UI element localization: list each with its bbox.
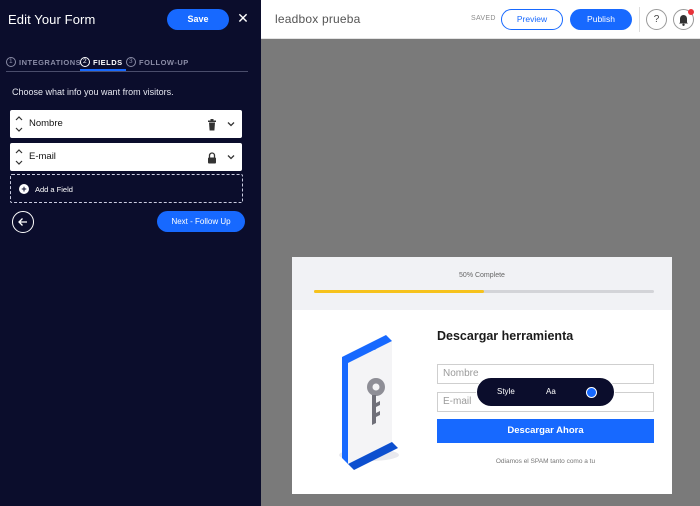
step-number: 3 [126,57,136,67]
download-submit-button[interactable]: Descargar Ahora [437,419,654,443]
progress-label: 50% Complete [459,272,505,279]
close-icon[interactable]: ✕ [236,11,250,25]
project-name[interactable]: leadbox prueba [275,12,361,26]
add-field-button[interactable]: + Add a Field [10,174,243,203]
reorder-arrows-icon[interactable] [15,147,23,167]
step-tabs: 1 INTEGRATIONS 2 FIELDS 3 FOLLOW-UP [6,54,248,72]
divider [639,7,640,32]
font-option[interactable]: Aa [546,387,556,396]
tab-follow-up[interactable]: 3 FOLLOW-UP [126,55,189,69]
tab-label: INTEGRATIONS [19,57,82,67]
style-toolbar: Style Aa [476,377,615,407]
tab-label: FIELDS [93,57,123,67]
leadbox-card[interactable]: 50% Complete Descargar herramienta Nombr… [292,257,672,494]
sidebar-title: Edit Your Form [8,12,96,27]
tab-integrations[interactable]: 1 INTEGRATIONS [6,55,81,69]
sidebar-header: Edit Your Form Save ✕ [0,0,261,40]
publish-button[interactable]: Publish [570,9,632,30]
back-button[interactable] [12,211,34,233]
form-title[interactable]: Descargar herramienta [437,329,573,343]
field-label: E-mail [29,151,56,162]
reorder-arrows-icon[interactable] [15,114,23,134]
tab-fields[interactable]: 2 FIELDS [80,55,123,69]
step-number: 1 [6,57,16,67]
spam-disclaimer[interactable]: Odiamos el SPAM tanto como a tu [437,458,654,465]
tab-label: FOLLOW-UP [139,57,189,67]
fields-instruction: Choose what info you want from visitors. [12,87,174,97]
progress-bar [314,290,654,293]
progress-section[interactable]: 50% Complete [292,257,672,310]
next-follow-up-button[interactable]: Next - Follow Up [157,211,245,232]
chevron-down-icon[interactable] [226,150,236,162]
lock-icon [207,151,217,164]
top-bar: leadbox prueba SAVED Preview Publish ? [261,0,700,39]
active-tab-indicator [80,69,126,71]
trash-icon[interactable] [207,118,217,131]
save-status: SAVED [471,15,496,22]
field-row-email[interactable]: E-mail [10,143,242,171]
field-label: Nombre [29,118,63,129]
preview-canvas: 50% Complete Descargar herramienta Nombr… [261,39,700,506]
progress-fill [314,290,484,293]
add-field-label: Add a Field [35,185,73,194]
color-swatch[interactable] [586,387,597,398]
save-button[interactable]: Save [167,9,229,30]
style-option[interactable]: Style [497,387,515,396]
arrow-left-icon [18,218,27,226]
field-row-nombre[interactable]: Nombre [10,110,242,138]
help-icon[interactable]: ? [646,9,667,30]
preview-button[interactable]: Preview [501,9,563,30]
chevron-down-icon[interactable] [226,117,236,129]
notification-dot [688,9,694,15]
plus-icon: + [19,184,29,194]
notification-bell-icon[interactable] [673,9,694,30]
key-document-illustration[interactable] [314,327,424,472]
editor-sidebar: Edit Your Form Save ✕ 1 INTEGRATIONS 2 F… [0,0,261,506]
step-number: 2 [80,57,90,67]
